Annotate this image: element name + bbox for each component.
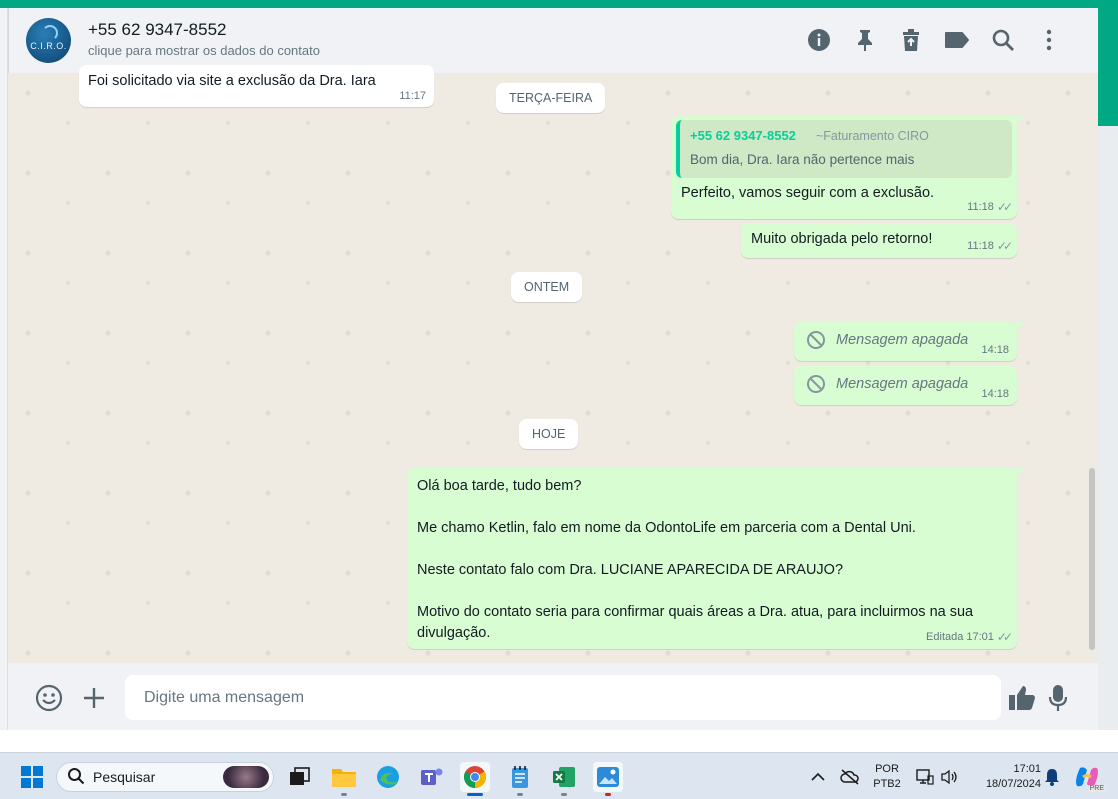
thumbs-up-icon[interactable] (1007, 683, 1037, 713)
message-list[interactable]: Foi solicitado via site a exclusão da Dr… (8, 65, 1098, 663)
double-check-icon: ✓✓ (996, 200, 1013, 214)
app-running-indicator (561, 793, 567, 796)
message-text: Perfeito, vamos seguir com a exclusão. (681, 185, 935, 201)
copilot-icon[interactable]: PRE (1072, 762, 1106, 792)
message-time: 14:18 (981, 344, 1009, 356)
edited-label: Editada (926, 631, 964, 643)
avatar[interactable]: C.I.R.O. (26, 18, 71, 63)
contact-name[interactable]: +55 62 9347-8552 (88, 20, 227, 40)
clock[interactable]: 17:01 18/07/2024 (969, 762, 1041, 792)
message-time: 11:18 (967, 240, 994, 252)
taskbar-search[interactable]: Pesquisar (56, 762, 274, 792)
plus-icon[interactable] (79, 683, 109, 713)
photos-icon[interactable] (593, 762, 623, 796)
contact-subtitle[interactable]: clique para mostrar os dados do contato (88, 43, 320, 58)
logo-swirl-icon (42, 25, 58, 41)
search-highlight-icon (223, 766, 269, 788)
double-check-icon: ✓✓ (996, 239, 1013, 253)
message-line: divulgação. (417, 625, 491, 641)
message-text: Foi solicitado via site a exclusão da Dr… (88, 73, 376, 89)
teams-icon[interactable] (417, 762, 447, 792)
message-line: Me chamo Ketlin, falo em nome da OdontoL… (417, 520, 916, 536)
edge-icon[interactable] (373, 762, 403, 792)
blocked-icon (806, 374, 826, 398)
quoted-message[interactable]: +55 62 9347-8552 ~Faturamento CIRO Bom d… (676, 120, 1012, 178)
clock-time: 17:01 (1013, 763, 1041, 775)
avatar-text: C.I.R.O. (30, 41, 67, 51)
message-text: Mensagem apagada (836, 376, 969, 392)
message-outgoing[interactable]: Olá boa tarde, tudo bem? Me chamo Ketlin… (407, 468, 1024, 649)
message-time: 17:01 (966, 631, 994, 643)
message-meta: 11:17 (399, 90, 426, 102)
message-outgoing[interactable]: +55 62 9347-8552 ~Faturamento CIRO Bom d… (671, 116, 1024, 219)
date-separator: ONTEM (511, 272, 583, 302)
message-outgoing[interactable]: Muito obrigada pelo retorno! 11:18 ✓✓ (741, 223, 1017, 258)
message-scrollbar[interactable] (1089, 468, 1095, 650)
taskbar: Pesquisar POR PTB2 17:01 18/07/2024 PRE (0, 752, 1118, 799)
app-running-indicator (517, 793, 523, 796)
window-top-accent (0, 0, 1118, 8)
windows-start-icon[interactable] (17, 762, 47, 792)
date-separator: HOJE (519, 419, 579, 449)
chat-header[interactable]: C.I.R.O. +55 62 9347-8552 clique para mo… (8, 8, 1098, 73)
message-time: 14:18 (981, 388, 1009, 400)
desktop-strip (0, 730, 1118, 752)
quote-tag: ~Faturamento CIRO (816, 129, 929, 143)
date-separator: TERÇA-FEIRA (496, 83, 606, 113)
message-meta: Editada 17:01 ✓✓ (926, 630, 1013, 644)
app-attention-indicator (605, 793, 611, 796)
search-placeholder: Pesquisar (93, 769, 156, 785)
message-incoming[interactable]: Foi solicitado via site a exclusão da Dr… (79, 65, 434, 107)
app-running-indicator (341, 793, 347, 796)
message-line: Olá boa tarde, tudo bem? (417, 478, 582, 494)
header-actions (796, 26, 1072, 54)
volume-icon[interactable] (934, 762, 964, 792)
message-text: Mensagem apagada (836, 332, 969, 348)
quote-text: Bom dia, Dra. Iara não pertence mais (690, 152, 915, 167)
language-code: POR (875, 763, 899, 775)
message-line: Motivo do contato seria para confirmar q… (417, 604, 974, 620)
excel-icon[interactable] (549, 762, 579, 796)
message-meta: 11:18 ✓✓ (967, 239, 1013, 253)
keyboard-language[interactable]: POR PTB2 (870, 762, 904, 792)
copilot-badge: PRE (1087, 785, 1106, 792)
message-time: 11:17 (399, 90, 426, 102)
info-icon[interactable] (796, 26, 842, 54)
clock-date: 18/07/2024 (985, 778, 1041, 790)
message-body: Olá boa tarde, tudo bem? Me chamo Ketlin… (417, 476, 1007, 644)
message-text: Muito obrigada pelo retorno! (751, 231, 933, 247)
message-outgoing-deleted[interactable]: Mensagem apagada 14:18 (794, 366, 1017, 405)
blocked-icon (806, 330, 826, 354)
more-icon[interactable] (1026, 26, 1072, 54)
search-icon (67, 767, 85, 788)
message-line: Neste contato falo com Dra. LUCIANE APAR… (417, 562, 844, 578)
left-panel-edge (0, 8, 8, 730)
chevron-up-icon[interactable] (803, 762, 833, 792)
task-view-icon[interactable] (285, 762, 315, 792)
double-check-icon: ✓✓ (996, 630, 1013, 644)
delete-icon[interactable] (888, 26, 934, 54)
window-right-accent (1098, 8, 1118, 126)
file-explorer-icon[interactable] (329, 762, 359, 796)
message-input[interactable] (125, 675, 1001, 720)
chat-window: C.I.R.O. +55 62 9347-8552 clique para mo… (8, 8, 1098, 730)
pin-icon[interactable] (842, 26, 888, 54)
cloud-offline-icon[interactable] (835, 762, 865, 792)
message-time: 11:18 (967, 201, 994, 213)
message-meta: 11:18 ✓✓ (967, 200, 1013, 214)
search-icon[interactable] (980, 26, 1026, 54)
notepad-icon[interactable] (505, 762, 535, 796)
app-active-indicator (467, 793, 483, 796)
message-outgoing-deleted[interactable]: Mensagem apagada 14:18 (794, 322, 1024, 361)
keyboard-layout: PTB2 (873, 778, 901, 790)
label-icon[interactable] (934, 26, 980, 54)
message-meta: 14:18 (981, 344, 1009, 356)
mic-icon[interactable] (1043, 683, 1073, 713)
message-meta: 14:18 (981, 388, 1009, 400)
chrome-icon[interactable] (460, 762, 490, 796)
composer (8, 663, 1098, 730)
quote-author: +55 62 9347-8552 (690, 128, 796, 143)
notification-bell-icon[interactable] (1037, 762, 1067, 792)
emoji-icon[interactable] (34, 683, 64, 713)
